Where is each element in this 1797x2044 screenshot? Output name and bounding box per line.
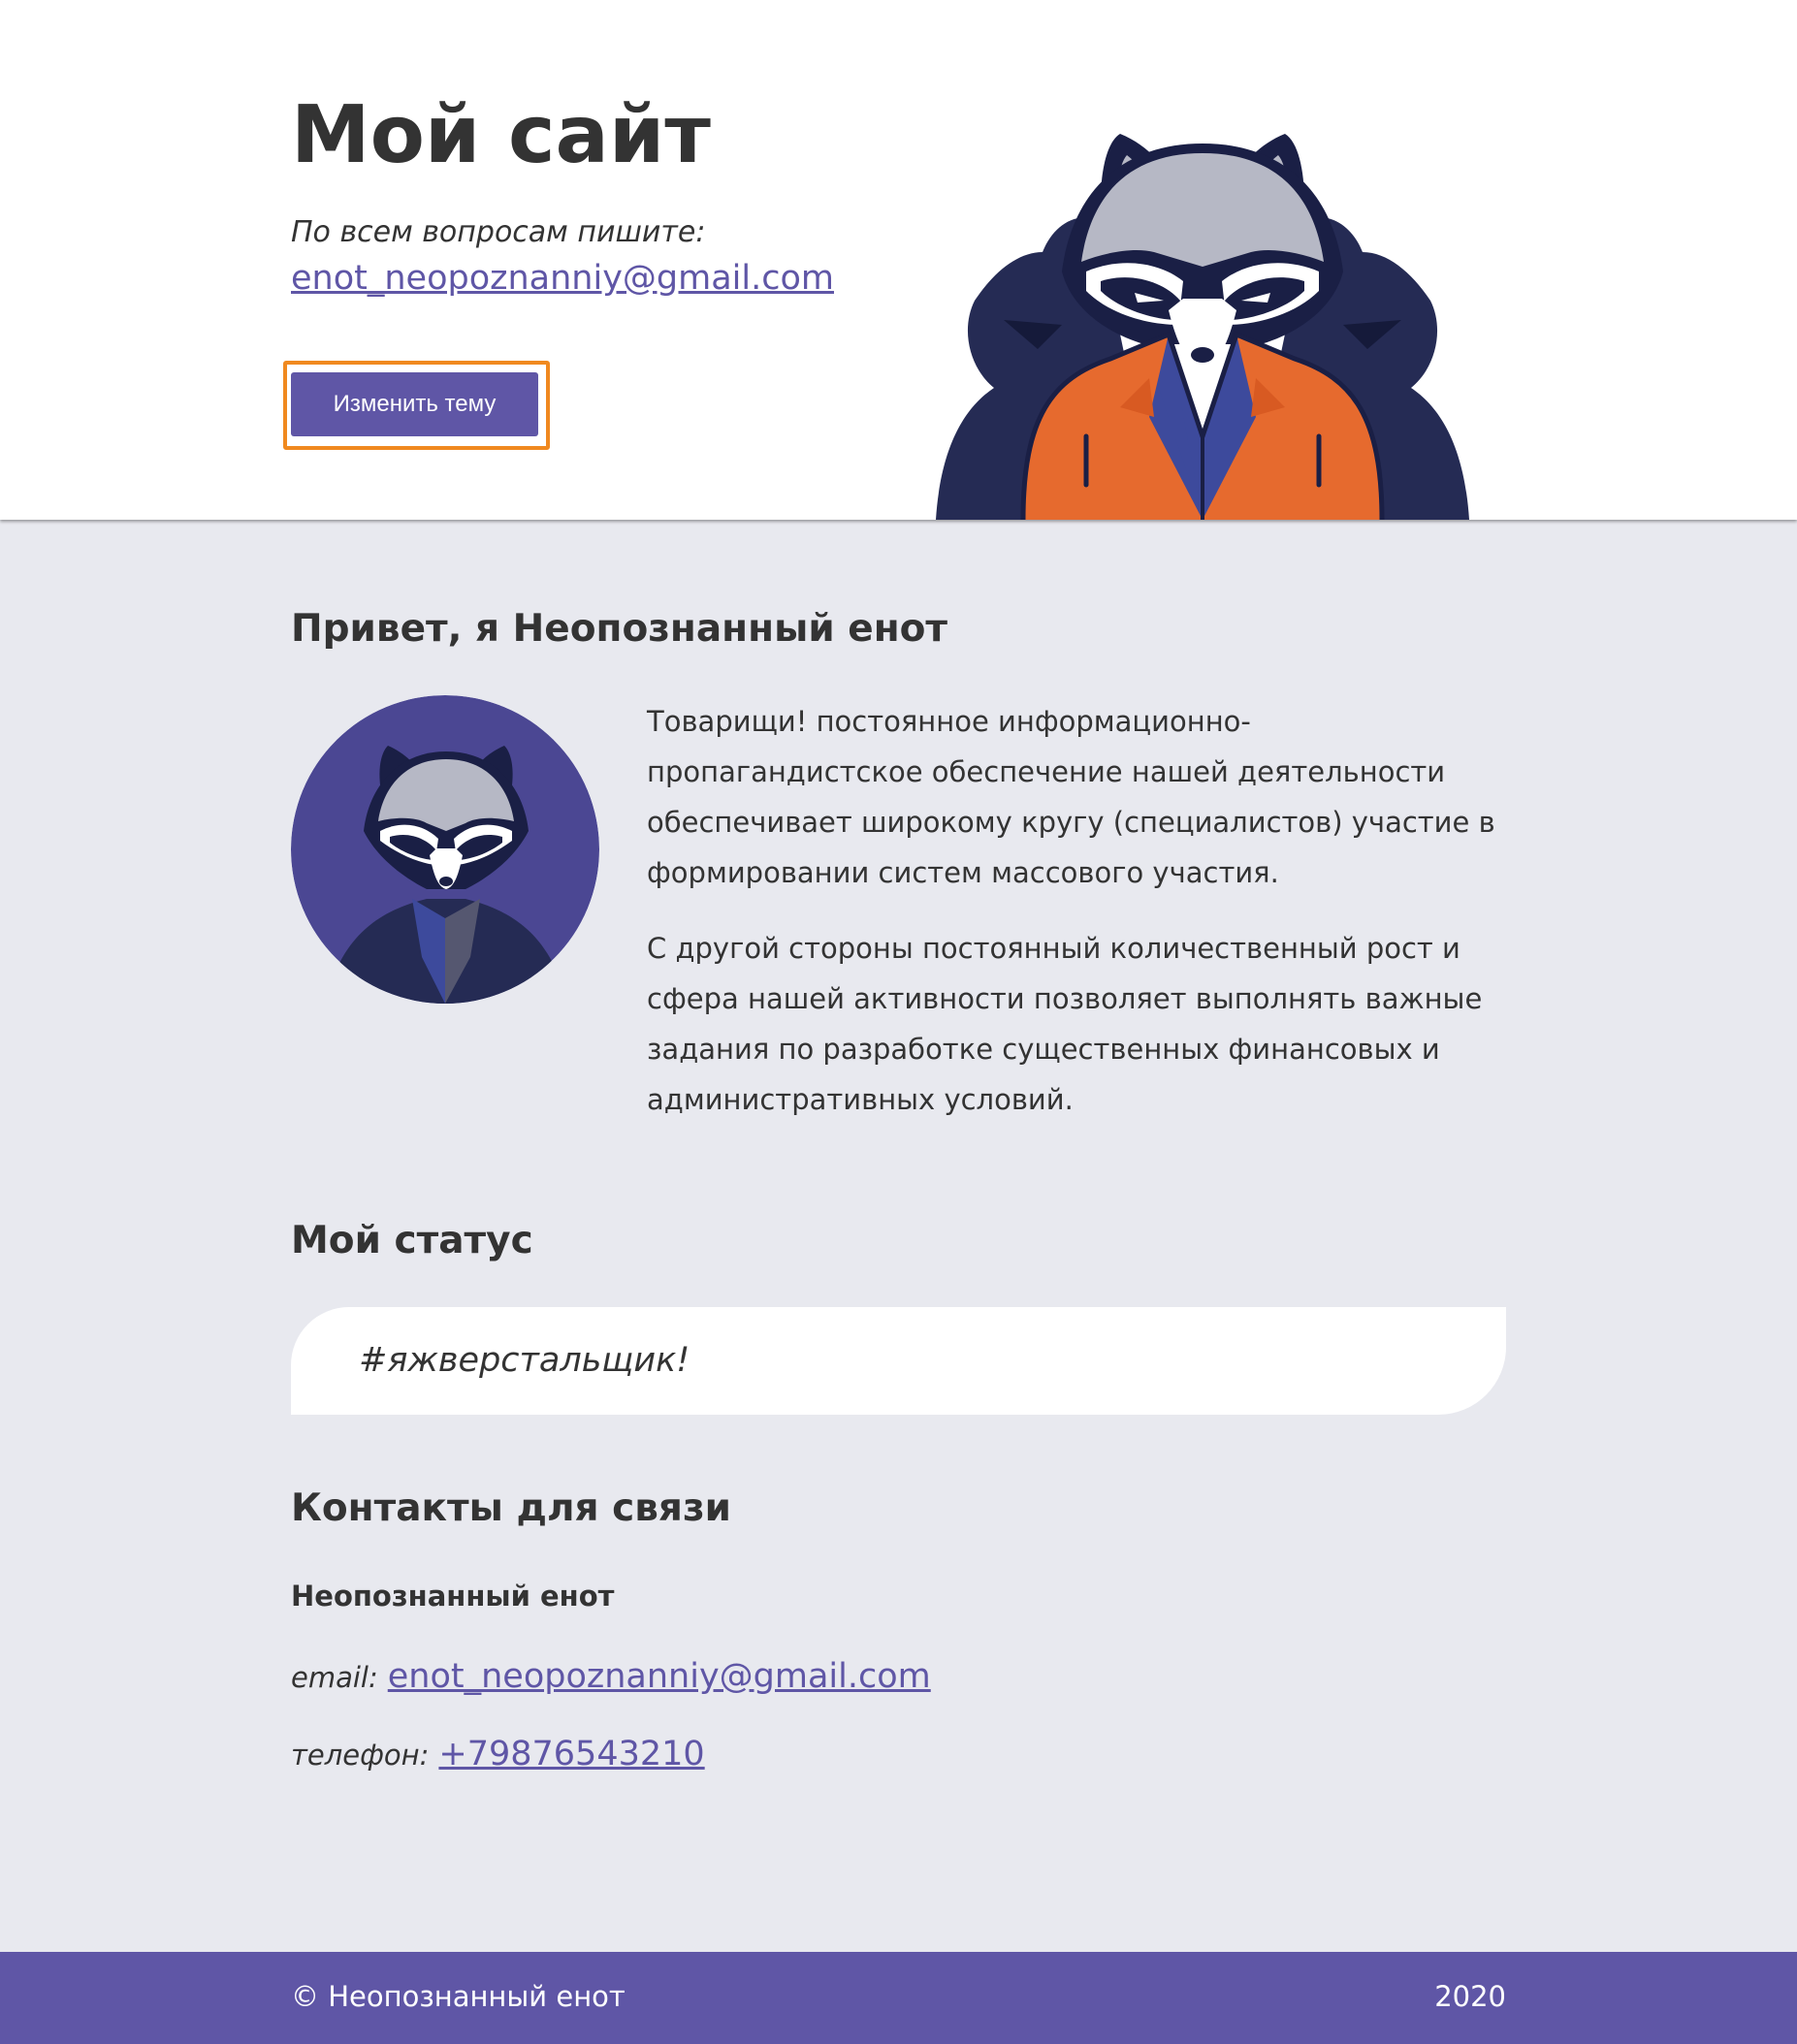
contacts-email-row: email: enot_neopoznanniy@gmail.com <box>291 1655 931 1699</box>
status-text: #яжверстальщик! <box>359 1341 690 1380</box>
contacts-email-link[interactable]: enot_neopoznanniy@gmail.com <box>388 1657 931 1696</box>
phone-label: телефон: <box>291 1739 430 1772</box>
status-title: Мой статус <box>291 1219 533 1262</box>
header-contact-label: По всем вопросам пишите: <box>291 215 706 249</box>
raccoon-avatar-image <box>291 695 599 1004</box>
about-text: Товарищи! постоянное информационно-пропа… <box>647 696 1520 1125</box>
about-paragraph: Товарищи! постоянное информационно-пропа… <box>647 705 1495 889</box>
change-theme-button[interactable]: Изменить тему <box>291 372 538 436</box>
contacts-title: Контакты для связи <box>291 1486 731 1530</box>
contacts-phone-row: телефон: +79876543210 <box>291 1733 705 1776</box>
about-title: Привет, я Неопознанный енот <box>291 607 948 651</box>
status-box: #яжверстальщик! <box>291 1307 1506 1415</box>
about-paragraph: С другой стороны постоянный количественн… <box>647 932 1483 1116</box>
email-label: email: <box>291 1661 378 1694</box>
site-footer: © Неопознанный енот 2020 <box>0 1952 1797 2044</box>
contacts-phone-link[interactable]: +79876543210 <box>438 1735 704 1773</box>
raccoon-hero-image <box>936 134 1469 520</box>
site-title: Мой сайт <box>291 89 711 181</box>
footer-copyright: © Неопознанный енот <box>291 1980 626 2013</box>
footer-year: 2020 <box>1434 1980 1506 2013</box>
header-email-link[interactable]: enot_neopoznanniy@gmail.com <box>291 258 834 299</box>
site-header: Мой сайт По всем вопросам пишите: enot_n… <box>0 0 1797 520</box>
contacts-name: Неопознанный енот <box>291 1580 615 1613</box>
